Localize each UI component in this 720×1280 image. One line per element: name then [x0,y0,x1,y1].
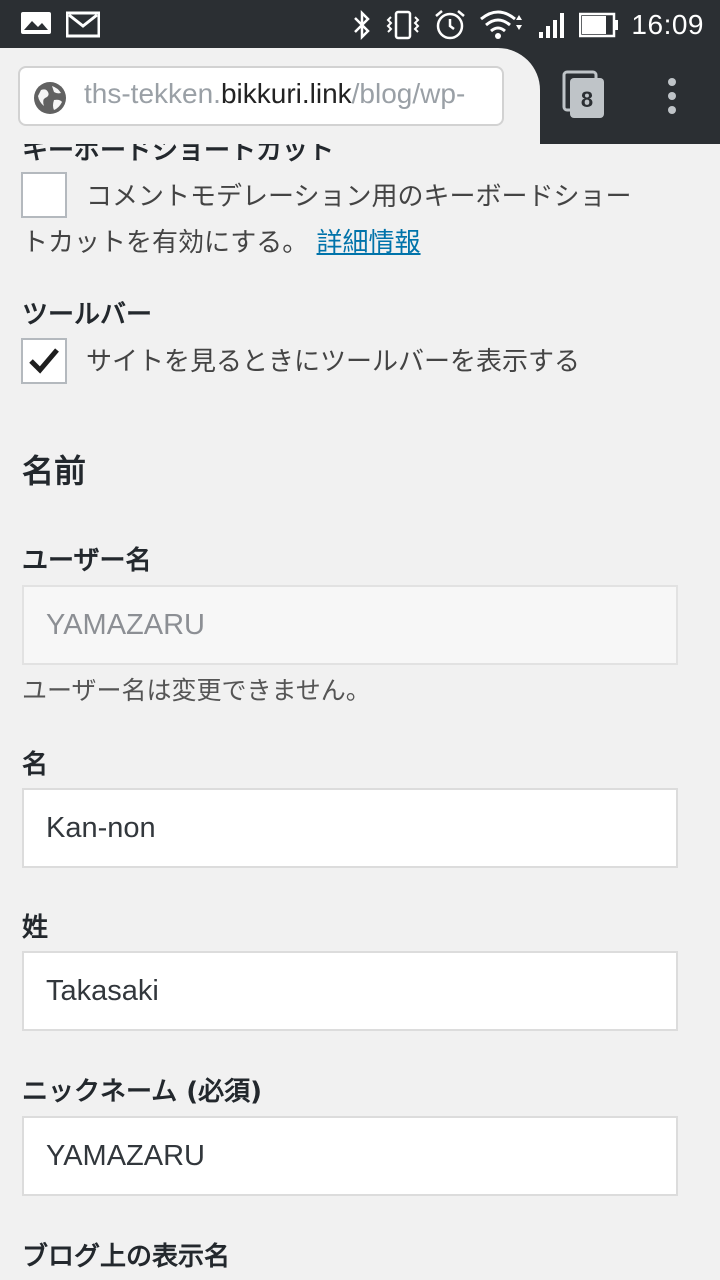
url-host: ths-tekken. [84,78,221,109]
status-right-icons: 16:09 [351,8,704,42]
more-info-link[interactable]: 詳細情報 [317,228,421,258]
keyboard-shortcuts-heading: キーボードショートカット [22,144,335,166]
keyboard-shortcuts-checkbox[interactable] [21,172,67,218]
bluetooth-icon [351,9,373,41]
status-left-icons [20,10,100,38]
signal-icon [537,10,567,40]
url-domain: bikkuri.link [220,78,352,109]
status-time: 16:09 [631,9,704,40]
url-bar-container: ths-tekken.bikkuri.link/blog/wp- [0,48,540,144]
tab-switcher-button[interactable]: 8 [562,70,606,124]
profile-form: キーボードショートカット コメントモデレーション用のキーボードショー トカットを… [0,144,720,1280]
nickname-field[interactable]: YAMAZARU [22,1116,678,1196]
url-path: /blog/wp- [351,78,466,109]
last-name-label: 姓 [22,913,49,943]
first-name-label: 名 [22,750,49,780]
username-label: ユーザー名 [22,546,152,576]
username-note: ユーザー名は変更できません。 [22,676,371,705]
overflow-menu-icon[interactable] [664,76,680,120]
vibrate-icon [385,9,421,41]
display-name-label: ブログ上の表示名 [22,1242,231,1272]
first-name-field[interactable]: Kan-non [22,788,678,868]
toolbar-label: サイトを見るときにツールバーを表示する [86,347,581,377]
name-section-heading: 名前 [22,452,87,490]
browser-toolbar: ths-tekken.bikkuri.link/blog/wp- 8 [0,48,720,144]
keyboard-shortcuts-label: コメントモデレーション用のキーボードショー [86,182,632,212]
globe-icon [32,80,68,120]
gmail-icon [66,10,100,38]
toolbar-checkbox[interactable] [21,338,67,384]
url-bar[interactable]: ths-tekken.bikkuri.link/blog/wp- [18,66,504,126]
username-field: YAMAZARU [22,585,678,665]
nickname-label: ニックネーム (必須) [22,1077,263,1107]
keyboard-shortcuts-label-cont: トカットを有効にする。 詳細情報 [22,220,421,266]
last-name-field[interactable]: Takasaki [22,951,678,1031]
image-icon [20,10,52,38]
checkmark-icon [29,348,59,374]
url-text: ths-tekken.bikkuri.link/blog/wp- [84,78,465,110]
tab-count: 8 [581,87,593,112]
toolbar-heading: ツールバー [22,300,153,330]
alarm-icon [433,8,467,42]
status-bar: 16:09 [0,0,720,48]
keyboard-shortcuts-label-cont-text: トカットを有効にする。 [22,228,309,258]
wifi-icon [479,9,525,41]
battery-icon [579,12,619,38]
